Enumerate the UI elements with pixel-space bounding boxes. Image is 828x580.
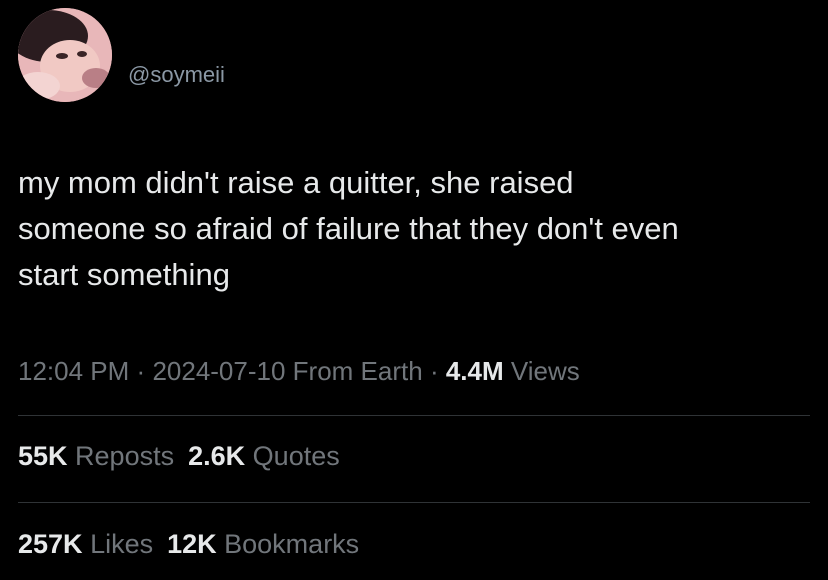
profile-photo-icon: [18, 8, 112, 102]
engagement-row: 257K Likes 12K Bookmarks: [18, 529, 373, 560]
author-handle[interactable]: @soymeii: [128, 62, 225, 88]
engagement-row: 55K Reposts 2.6K Quotes: [18, 441, 354, 472]
quotes-label: Quotes: [252, 441, 340, 471]
tweet-text: my mom didn't raise a quitter, she raise…: [18, 165, 679, 292]
quotes-count: 2.6K: [188, 441, 246, 471]
quotes-stat[interactable]: 2.6K Quotes: [188, 441, 340, 471]
bookmarks-label: Bookmarks: [224, 529, 360, 559]
divider: [18, 415, 810, 416]
likes-label: Likes: [90, 529, 154, 559]
meta-separator: ·: [136, 356, 146, 386]
reposts-label: Reposts: [75, 441, 175, 471]
tweet-source: From Earth: [292, 356, 423, 386]
tweet-date[interactable]: 2024-07-10: [152, 356, 285, 386]
likes-count: 257K: [18, 529, 83, 559]
bookmarks-stat[interactable]: 12K Bookmarks: [167, 529, 359, 559]
tweet-time[interactable]: 12:04 PM: [18, 356, 129, 386]
tweet-meta: 12:04 PM · 2024-07-10 From Earth · 4.4M …: [18, 356, 580, 387]
avatar[interactable]: [18, 8, 112, 102]
views-label: Views: [510, 356, 580, 386]
meta-separator: ·: [429, 356, 439, 386]
views-count: 4.4M: [445, 356, 504, 386]
bookmarks-count: 12K: [167, 529, 217, 559]
views-link[interactable]: 4.4M Views: [446, 356, 580, 386]
divider: [18, 502, 810, 503]
reposts-count: 55K: [18, 441, 68, 471]
reposts-stat[interactable]: 55K Reposts: [18, 441, 174, 471]
likes-stat[interactable]: 257K Likes: [18, 529, 153, 559]
